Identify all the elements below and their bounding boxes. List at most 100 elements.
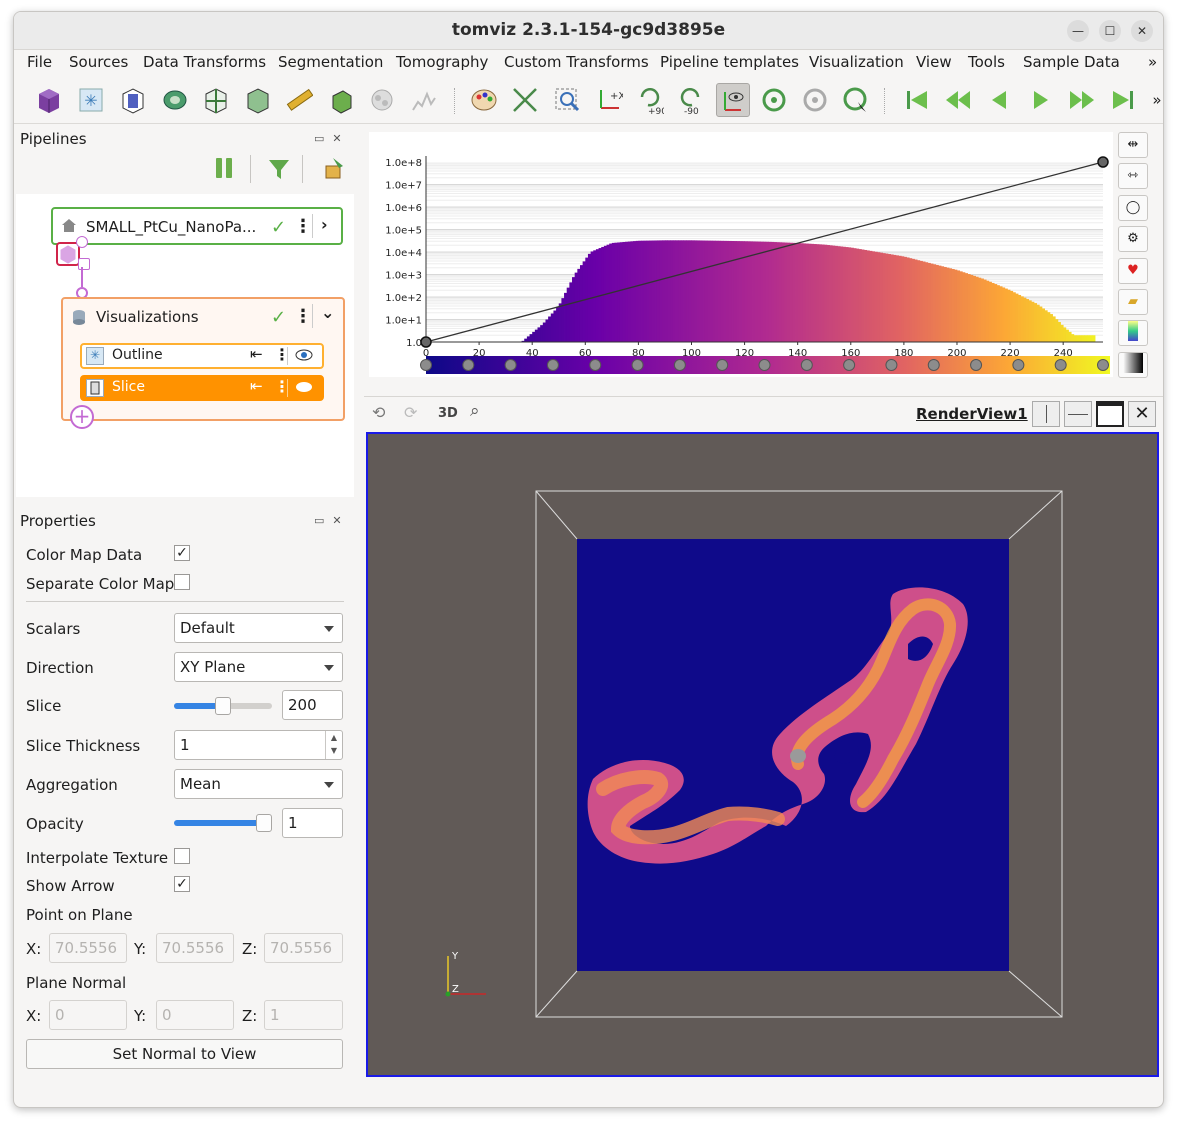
render-view[interactable]: Y Z bbox=[366, 432, 1159, 1077]
dock-buttons[interactable]: ▭✕ bbox=[314, 132, 350, 145]
toggle-3d-button[interactable]: 3D bbox=[438, 406, 458, 421]
menu-pipeline-templates[interactable]: Pipeline templates bbox=[660, 53, 799, 71]
plot-icon[interactable] bbox=[409, 85, 439, 115]
menu-data-transforms[interactable]: Data Transforms bbox=[143, 53, 266, 71]
dock-buttons[interactable]: ▭✕ bbox=[314, 514, 350, 527]
play-icon[interactable] bbox=[1026, 85, 1056, 115]
snowflake-icon[interactable]: ✳ bbox=[76, 85, 106, 115]
point-y-input[interactable]: 70.5556 bbox=[156, 933, 234, 963]
menu-overflow[interactable]: » bbox=[1148, 53, 1157, 71]
ruler-icon[interactable] bbox=[284, 85, 314, 115]
filter-icon[interactable] bbox=[267, 157, 291, 185]
slice-slider[interactable] bbox=[174, 697, 272, 715]
contour-icon[interactable] bbox=[160, 85, 190, 115]
close-button[interactable]: ✕ bbox=[1131, 20, 1153, 42]
export-icon[interactable]: ⇤ bbox=[250, 377, 263, 395]
favorites-icon[interactable]: ♥ bbox=[1118, 258, 1148, 284]
collapse-arrow-icon[interactable]: ⌄ bbox=[321, 303, 334, 322]
datasource-node[interactable]: SMALL_PtCu_NanoPa... ✓ ⋮ › bbox=[51, 207, 343, 245]
next-frame-icon[interactable] bbox=[1067, 85, 1097, 115]
step-back-icon[interactable] bbox=[984, 85, 1014, 115]
slice-thickness-spinbox[interactable]: 1 ▲ ▼ bbox=[174, 730, 343, 760]
direction-combo[interactable]: XY Plane bbox=[174, 652, 343, 682]
custom-range-icon[interactable]: ⇿ bbox=[1118, 163, 1148, 189]
maximize-view-icon[interactable] bbox=[1096, 401, 1124, 427]
arrow-widget-handle[interactable] bbox=[790, 749, 806, 763]
more-options-icon[interactable]: ⋮ bbox=[294, 306, 312, 327]
zoom-to-box-icon[interactable] bbox=[552, 85, 582, 115]
menu-segmentation[interactable]: Segmentation bbox=[278, 53, 383, 71]
expand-arrow-icon[interactable]: › bbox=[321, 215, 328, 234]
scalars-combo[interactable]: Default bbox=[174, 613, 343, 643]
split-vertical-icon[interactable] bbox=[1064, 401, 1092, 427]
close-view-icon[interactable]: ✕ bbox=[1128, 401, 1156, 427]
volume-icon[interactable] bbox=[243, 85, 273, 115]
histogram-chart[interactable]: 1.0e+8 1.0e+7 1.0e+6 1.0e+5 1.0e+4 1.0e+3 1.0e… bbox=[369, 132, 1113, 377]
opacity-input[interactable]: 1 bbox=[282, 808, 343, 838]
fit-extent-icon[interactable] bbox=[510, 85, 540, 115]
point-z-input[interactable]: 70.5556 bbox=[264, 933, 343, 963]
slice-cube-icon[interactable] bbox=[118, 85, 148, 115]
center-axes-icon[interactable] bbox=[716, 83, 750, 117]
interact-icon[interactable] bbox=[841, 85, 871, 115]
slice-input[interactable]: 200 bbox=[282, 690, 343, 720]
last-frame-icon[interactable] bbox=[1108, 85, 1138, 115]
settings-icon[interactable]: ⚙ bbox=[1118, 226, 1148, 252]
aggregation-combo[interactable]: Mean bbox=[174, 769, 343, 799]
reset-range-icon[interactable]: ⇹ bbox=[1118, 132, 1148, 158]
menu-tools[interactable]: Tools bbox=[968, 53, 1005, 71]
spin-arrows-icon[interactable]: ▲ ▼ bbox=[325, 731, 342, 759]
grayscale-icon[interactable] bbox=[1118, 352, 1148, 378]
add-module-button[interactable]: + bbox=[70, 405, 94, 429]
menu-sources[interactable]: Sources bbox=[69, 53, 128, 71]
set-normal-to-view-button[interactable]: Set Normal to View bbox=[26, 1039, 343, 1069]
menu-custom-transforms[interactable]: Custom Transforms bbox=[504, 53, 649, 71]
colormap-preset-icon[interactable] bbox=[1118, 320, 1148, 346]
minimize-button[interactable]: — bbox=[1067, 20, 1089, 42]
point-x-input[interactable]: 70.5556 bbox=[49, 933, 127, 963]
interpolate-texture-checkbox[interactable] bbox=[174, 848, 190, 864]
more-options-icon[interactable]: ⋮ bbox=[294, 216, 312, 237]
menu-view[interactable]: View bbox=[916, 53, 952, 71]
reset-disabled-icon[interactable] bbox=[800, 85, 830, 115]
color-map-data-checkbox[interactable]: ✓ bbox=[174, 545, 190, 561]
rotate-plus-90-icon[interactable]: +90 bbox=[634, 85, 664, 115]
pause-icon[interactable] bbox=[216, 158, 234, 178]
normal-z-input[interactable]: 1 bbox=[264, 1000, 343, 1030]
zoom-icon[interactable]: ⌕ bbox=[470, 401, 480, 421]
export-icon[interactable]: ⇤ bbox=[250, 345, 263, 363]
reset-icon[interactable] bbox=[759, 85, 789, 115]
previous-frame-icon[interactable] bbox=[943, 85, 973, 115]
cube-icon[interactable] bbox=[34, 85, 64, 115]
menu-visualization[interactable]: Visualization bbox=[809, 53, 904, 71]
menu-tomography[interactable]: Tomography bbox=[396, 53, 488, 71]
maximize-button[interactable]: ☐ bbox=[1099, 20, 1121, 42]
palette-icon[interactable] bbox=[469, 85, 499, 115]
menu-file[interactable]: File bbox=[27, 53, 52, 71]
menu-sample-data[interactable]: Sample Data bbox=[1023, 53, 1120, 71]
toolbar-overflow[interactable]: » bbox=[1142, 85, 1163, 115]
orthogonal-slice-icon[interactable] bbox=[201, 85, 231, 115]
normal-x-input[interactable]: 0 bbox=[49, 1000, 127, 1030]
module-outline[interactable]: ✳ Outline ⇤ ⋮ bbox=[80, 343, 324, 369]
normal-y-input[interactable]: 0 bbox=[156, 1000, 234, 1030]
split-horizontal-icon[interactable] bbox=[1032, 401, 1060, 427]
axis-plus-x-icon[interactable]: +X bbox=[594, 85, 624, 115]
slice-slider-handle[interactable] bbox=[215, 697, 231, 715]
rotate-minus-90-icon[interactable]: -90 bbox=[676, 85, 706, 115]
module-slice[interactable]: Slice ⇤ ⋮ bbox=[80, 375, 324, 401]
opacity-slider-handle[interactable] bbox=[256, 814, 272, 832]
camera-redo-icon[interactable]: ⟳ bbox=[404, 403, 417, 422]
add-pipeline-icon[interactable] bbox=[323, 156, 349, 186]
render-view-label[interactable]: RenderView1 bbox=[916, 405, 1028, 423]
contour-edit-icon[interactable]: ◯ bbox=[1118, 195, 1148, 221]
opacity-slider[interactable] bbox=[174, 814, 272, 832]
show-arrow-checkbox[interactable]: ✓ bbox=[174, 876, 190, 892]
eye-icon[interactable] bbox=[295, 380, 313, 398]
camera-undo-icon[interactable]: ⟲ bbox=[372, 403, 385, 422]
eye-icon[interactable] bbox=[295, 348, 313, 366]
molecule-icon[interactable] bbox=[367, 85, 397, 115]
folder-icon[interactable]: ▰ bbox=[1118, 289, 1148, 315]
separate-color-map-checkbox[interactable] bbox=[174, 574, 190, 590]
threshold-icon[interactable] bbox=[326, 85, 356, 115]
